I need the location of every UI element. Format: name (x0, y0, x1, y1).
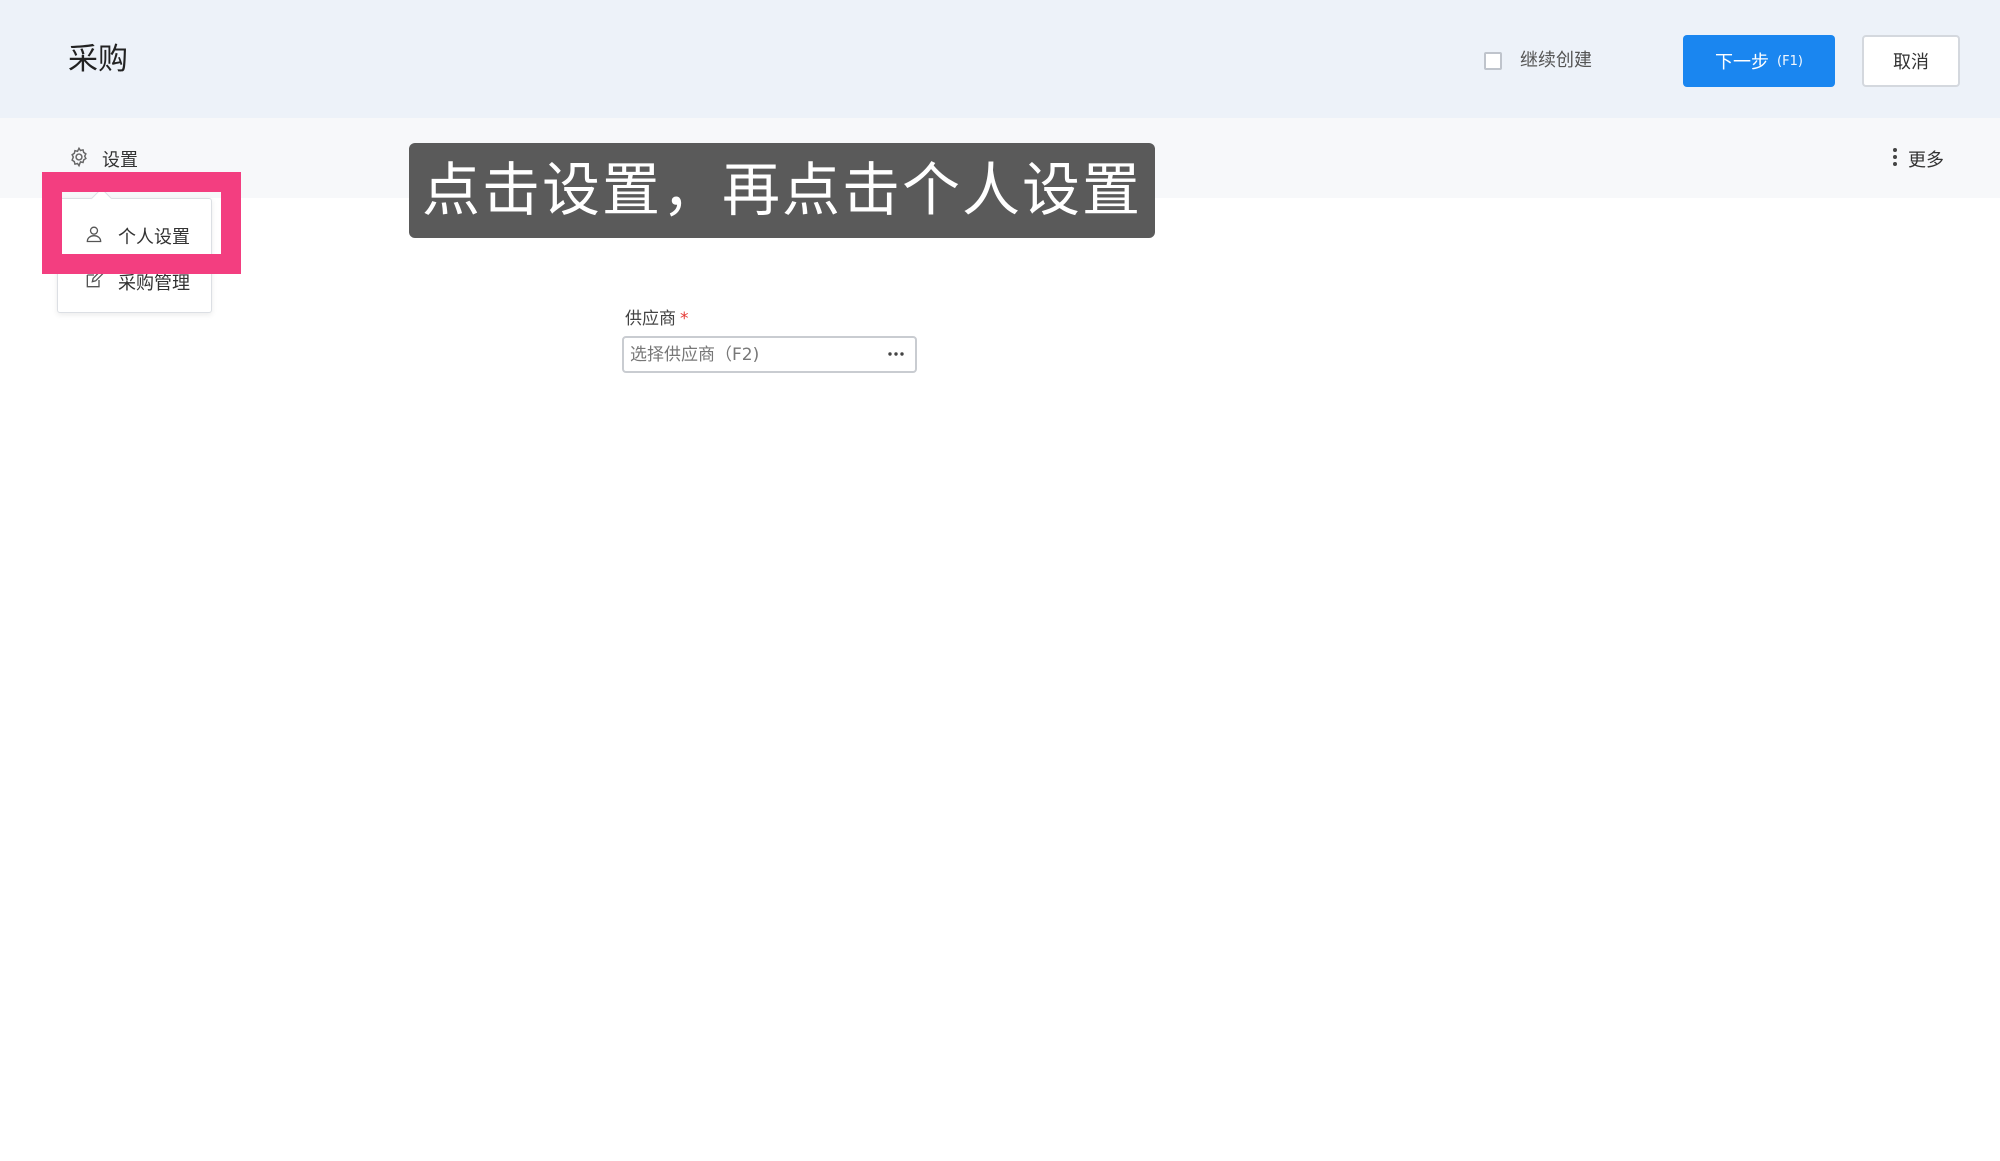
header: 采购 继续创建 下一步 (F1) 取消 (0, 0, 2000, 118)
menu-item-label: 个人设置 (118, 227, 190, 248)
gear-icon (68, 146, 90, 172)
next-step-label: 下一步 (1715, 52, 1770, 73)
ellipsis-icon[interactable] (883, 344, 909, 364)
continue-create-checkbox[interactable] (1484, 52, 1502, 70)
menu-item-personal-settings[interactable]: 个人设置 (58, 213, 213, 259)
supplier-label: 供应商 * (625, 306, 689, 332)
edit-icon (84, 270, 104, 294)
supplier-input[interactable] (624, 338, 874, 371)
next-step-button[interactable]: 下一步 (F1) (1683, 35, 1835, 87)
continue-create-option[interactable]: 继续创建 (1484, 48, 1592, 74)
instruction-overlay: 点击设置，再点击个人设置 (409, 143, 1155, 238)
continue-create-label: 继续创建 (1520, 50, 1592, 71)
settings-label: 设置 (102, 150, 138, 171)
more-button[interactable]: 更多 (1892, 146, 1944, 172)
page-title: 采购 (68, 42, 128, 77)
required-mark: * (680, 309, 689, 329)
settings-button[interactable]: 设置 (68, 146, 138, 172)
supplier-field[interactable] (622, 336, 917, 373)
user-icon (84, 224, 104, 248)
more-label: 更多 (1908, 150, 1944, 171)
page: 采购 继续创建 下一步 (F1) 取消 设置 更多 个人设置 采购管理 点击设置… (0, 0, 2000, 1161)
settings-dropdown: 个人设置 采购管理 (57, 198, 212, 313)
supplier-label-text: 供应商 (625, 309, 676, 329)
cancel-button[interactable]: 取消 (1862, 35, 1960, 87)
menu-item-purchase-management[interactable]: 采购管理 (58, 259, 213, 305)
menu-item-label: 采购管理 (118, 273, 190, 294)
more-vertical-icon (1892, 147, 1898, 171)
next-step-hint: (F1) (1777, 53, 1803, 69)
